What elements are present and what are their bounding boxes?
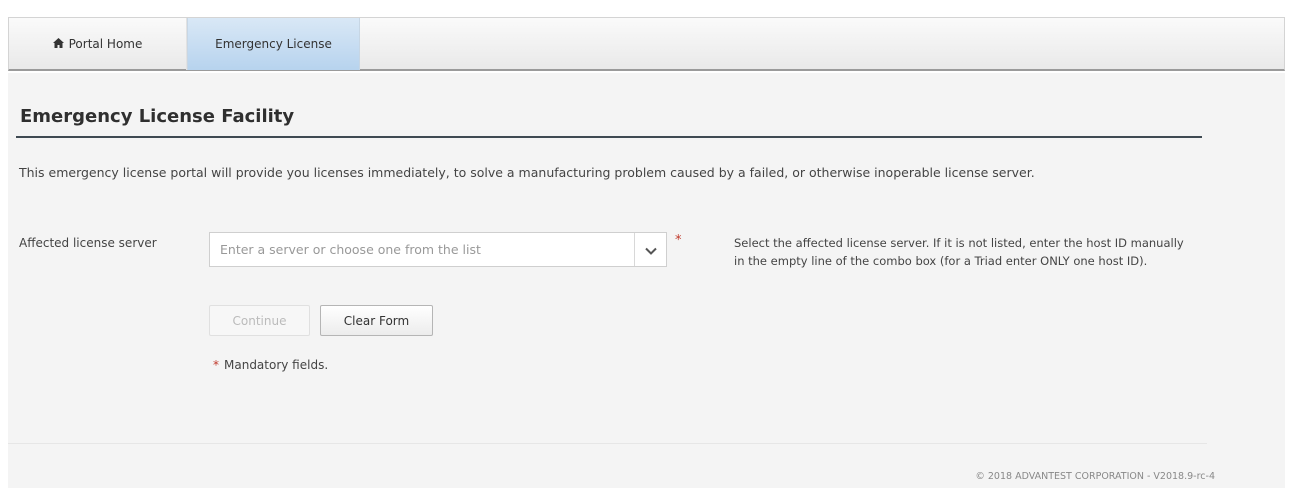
page-title: Emergency License Facility xyxy=(20,106,295,127)
affected-server-label: Affected license server xyxy=(19,236,157,250)
tab-portal-home[interactable]: Portal Home xyxy=(9,18,187,70)
title-divider xyxy=(16,136,1202,138)
chevron-down-icon xyxy=(644,240,657,259)
required-marker: * xyxy=(675,233,682,248)
top-nav: Portal Home Emergency License xyxy=(8,17,1285,71)
mandatory-star: * xyxy=(213,358,219,372)
home-icon xyxy=(52,19,64,71)
footer-divider xyxy=(8,443,1207,444)
footer-copyright: © 2018 ADVANTEST CORPORATION - V2018.9-r… xyxy=(975,471,1215,482)
mandatory-note: * Mandatory fields. xyxy=(213,358,328,372)
tab-emergency-license[interactable]: Emergency License xyxy=(187,18,360,70)
tab-emergency-license-label: Emergency License xyxy=(215,37,332,51)
intro-text: This emergency license portal will provi… xyxy=(19,165,1035,180)
combo-dropdown-button[interactable] xyxy=(634,233,666,266)
help-line-1: Select the affected license server. If i… xyxy=(734,236,1184,250)
help-line-2: in the empty line of the combo box (for … xyxy=(734,254,1148,268)
clear-form-button[interactable]: Clear Form xyxy=(320,305,433,336)
affected-server-combobox[interactable] xyxy=(209,232,667,267)
tab-portal-home-label: Portal Home xyxy=(68,37,143,51)
server-help-text: Select the affected license server. If i… xyxy=(734,234,1254,270)
mandatory-note-text: Mandatory fields. xyxy=(224,358,329,372)
affected-server-input[interactable] xyxy=(210,233,630,266)
continue-button[interactable]: Continue xyxy=(209,305,310,336)
